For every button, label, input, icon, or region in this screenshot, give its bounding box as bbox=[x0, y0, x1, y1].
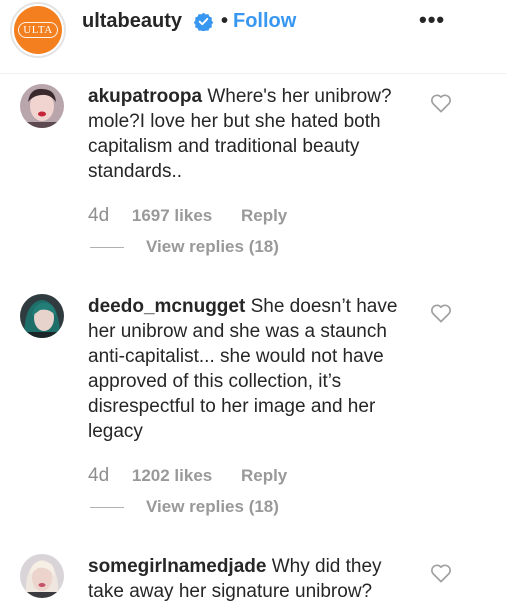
separator-dot: • bbox=[221, 10, 229, 32]
follow-button[interactable]: Follow bbox=[233, 10, 296, 33]
avatar[interactable] bbox=[20, 84, 64, 128]
comment-item: somegirlnamedjade Why did they take away… bbox=[0, 544, 506, 607]
comment-username[interactable]: deedo_mcnugget bbox=[88, 296, 245, 317]
verified-badge-icon bbox=[194, 12, 213, 31]
comment-username[interactable]: akupatroopa bbox=[88, 86, 202, 107]
heart-icon[interactable] bbox=[430, 303, 452, 323]
ulta-logo: ULTA bbox=[14, 6, 62, 54]
comment-likes[interactable]: 1697 likes bbox=[132, 206, 212, 225]
comment-text: somegirlnamedjade Why did they take away… bbox=[88, 554, 408, 604]
avatar[interactable] bbox=[20, 554, 64, 598]
view-replies-button[interactable]: View replies (18) bbox=[146, 497, 279, 517]
comment-username[interactable]: somegirlnamedjade bbox=[88, 556, 266, 577]
replies-divider bbox=[90, 247, 124, 248]
comment-item: deedo_mcnugget She doesn’t have her unib… bbox=[0, 284, 506, 524]
avatar-image bbox=[20, 84, 64, 128]
post-header: ULTA ultabeauty • Follow ••• bbox=[0, 0, 506, 74]
comment-meta: 4d 1202 likes Reply bbox=[88, 465, 287, 487]
heart-icon[interactable] bbox=[430, 93, 452, 113]
comment-item: akupatroopa Where's her unibrow?mole?I l… bbox=[0, 74, 506, 274]
comment-text: deedo_mcnugget She doesn’t have her unib… bbox=[88, 294, 408, 444]
reply-button[interactable]: Reply bbox=[241, 206, 287, 225]
avatar-image bbox=[20, 294, 64, 338]
replies-divider bbox=[90, 507, 124, 508]
comment-age: 4d bbox=[88, 205, 110, 226]
account-username[interactable]: ultabeauty bbox=[82, 10, 182, 33]
avatar-image bbox=[20, 554, 64, 598]
comment-text: akupatroopa Where's her unibrow?mole?I l… bbox=[88, 84, 408, 184]
avatar[interactable] bbox=[20, 294, 64, 338]
comment-likes[interactable]: 1202 likes bbox=[132, 466, 212, 485]
comment-meta: 4d 1697 likes Reply bbox=[88, 205, 287, 227]
heart-icon[interactable] bbox=[430, 563, 452, 583]
account-avatar[interactable]: ULTA bbox=[10, 2, 66, 58]
logo-text: ULTA bbox=[18, 22, 58, 38]
more-options-icon[interactable]: ••• bbox=[419, 7, 445, 33]
view-replies-button[interactable]: View replies (18) bbox=[146, 237, 279, 257]
reply-button[interactable]: Reply bbox=[241, 466, 287, 485]
comment-age: 4d bbox=[88, 465, 110, 486]
comment-body: She doesn’t have her unibrow and she was… bbox=[88, 296, 398, 442]
